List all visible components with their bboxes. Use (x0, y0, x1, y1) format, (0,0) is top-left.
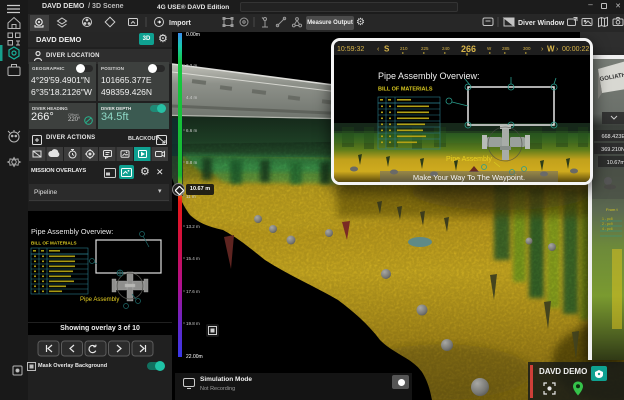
svg-text:266: 266 (461, 44, 476, 54)
svg-text:10.67m: 10.67m (607, 160, 624, 166)
svg-text:‹: ‹ (377, 46, 380, 53)
svg-text:300: 300 (523, 46, 531, 51)
svg-text:240: 240 (442, 46, 450, 51)
svg-text:15.4 m: 15.4 m (186, 256, 200, 261)
svg-text:Import: Import (169, 20, 191, 27)
svg-text:W: W (487, 46, 492, 51)
svg-text:Diver Window: Diver Window (518, 20, 565, 27)
svg-text:2 - pc9: 2 - pc9 (602, 222, 613, 226)
svg-text:0.00m: 0.00m (186, 32, 200, 38)
svg-text:668.423E: 668.423E (601, 134, 624, 140)
svg-text:369.210N: 369.210N (601, 147, 624, 153)
svg-text:210: 210 (400, 46, 408, 51)
svg-text:›: › (541, 46, 544, 53)
svg-text:4.4 m: 4.4 m (186, 95, 198, 100)
svg-text:Pipe Assembly: Pipe Assembly (446, 156, 492, 163)
svg-text:19.8 m: 19.8 m (186, 321, 200, 326)
svg-text:6.6 m: 6.6 m (186, 128, 198, 133)
svg-text:2.2 m: 2.2 m (186, 63, 198, 68)
svg-text:Make Your Way To The Waypoint.: Make Your Way To The Waypoint. (413, 173, 525, 182)
svg-text:10:59:32: 10:59:32 (337, 46, 364, 53)
svg-text:13.2 m: 13.2 m (186, 224, 200, 229)
svg-text:BILL OF MATERIALS: BILL OF MATERIALS (31, 241, 77, 246)
svg-text:Pipe Assembly Overview:: Pipe Assembly Overview: (378, 71, 480, 81)
svg-text:17.6 m: 17.6 m (186, 289, 200, 294)
svg-text:Pipe Assembly: Pipe Assembly (80, 297, 119, 303)
svg-text:1 - pc8: 1 - pc8 (602, 217, 613, 221)
svg-text:From t: From t (606, 207, 618, 212)
svg-text:W: W (547, 45, 555, 54)
svg-text:BILL OF MATERIALS: BILL OF MATERIALS (378, 87, 433, 93)
svg-text:Pipe Assembly Overview:: Pipe Assembly Overview: (31, 227, 113, 236)
svg-text:S: S (384, 45, 390, 54)
svg-text:›: › (556, 46, 559, 53)
svg-text:4 - pc6: 4 - pc6 (602, 227, 613, 231)
svg-text:285: 285 (502, 46, 510, 51)
svg-text:8.8 m: 8.8 m (186, 160, 198, 165)
svg-text:00:00:22: 00:00:22 (562, 46, 589, 53)
svg-text:22.00m: 22.00m (186, 354, 203, 360)
svg-text:225: 225 (421, 46, 429, 51)
